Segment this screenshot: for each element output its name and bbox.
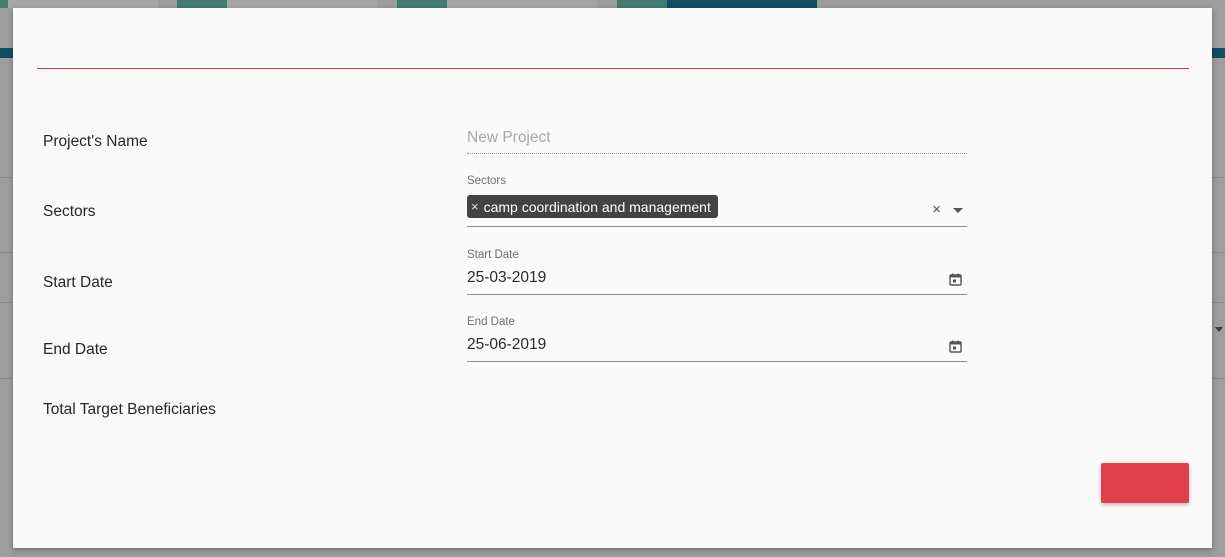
start-date-underline: [467, 294, 967, 295]
sectors-label: Sectors: [43, 203, 96, 220]
sector-chip-label: camp coordination and management: [483, 198, 711, 215]
sectors-multiselect[interactable]: Sectors × camp coordination and manageme…: [467, 174, 967, 228]
start-date-field[interactable]: Start Date 25-03-2019: [467, 248, 967, 296]
background-tab: [177, 0, 377, 8]
sector-chip: × camp coordination and management: [467, 195, 718, 218]
end-date-field[interactable]: End Date 25-06-2019: [467, 315, 967, 363]
sectors-float-label: Sectors: [467, 175, 506, 187]
background-tab: [0, 0, 158, 8]
sectors-underline: [467, 226, 967, 227]
background-caret-icon: [1215, 327, 1223, 332]
end-date-float-label: End Date: [467, 316, 515, 328]
end-date-value[interactable]: 25-06-2019: [467, 336, 546, 354]
close-icon[interactable]: ×: [471, 199, 479, 214]
calendar-icon[interactable]: [949, 340, 962, 353]
project-name-input[interactable]: [467, 126, 967, 150]
project-name-underline: [467, 153, 967, 154]
end-date-underline: [467, 361, 967, 362]
background-tab: [617, 0, 817, 8]
project-name-field: [467, 126, 967, 156]
new-project-modal: Project's Name Sectors Sectors × camp co…: [13, 8, 1212, 548]
submit-button[interactable]: [1101, 463, 1189, 503]
calendar-icon[interactable]: [949, 273, 962, 286]
start-date-value[interactable]: 25-03-2019: [467, 269, 546, 287]
start-date-float-label: Start Date: [467, 249, 519, 261]
chevron-down-icon[interactable]: [953, 208, 963, 213]
project-name-label: Project's Name: [43, 133, 148, 150]
background-tab: [397, 0, 597, 8]
end-date-label: End Date: [43, 341, 108, 358]
modal-header-divider: [37, 68, 1189, 69]
start-date-label: Start Date: [43, 274, 113, 291]
total-target-beneficiaries-label: Total Target Beneficiaries: [43, 401, 216, 418]
clear-selection-icon[interactable]: ×: [932, 201, 941, 218]
